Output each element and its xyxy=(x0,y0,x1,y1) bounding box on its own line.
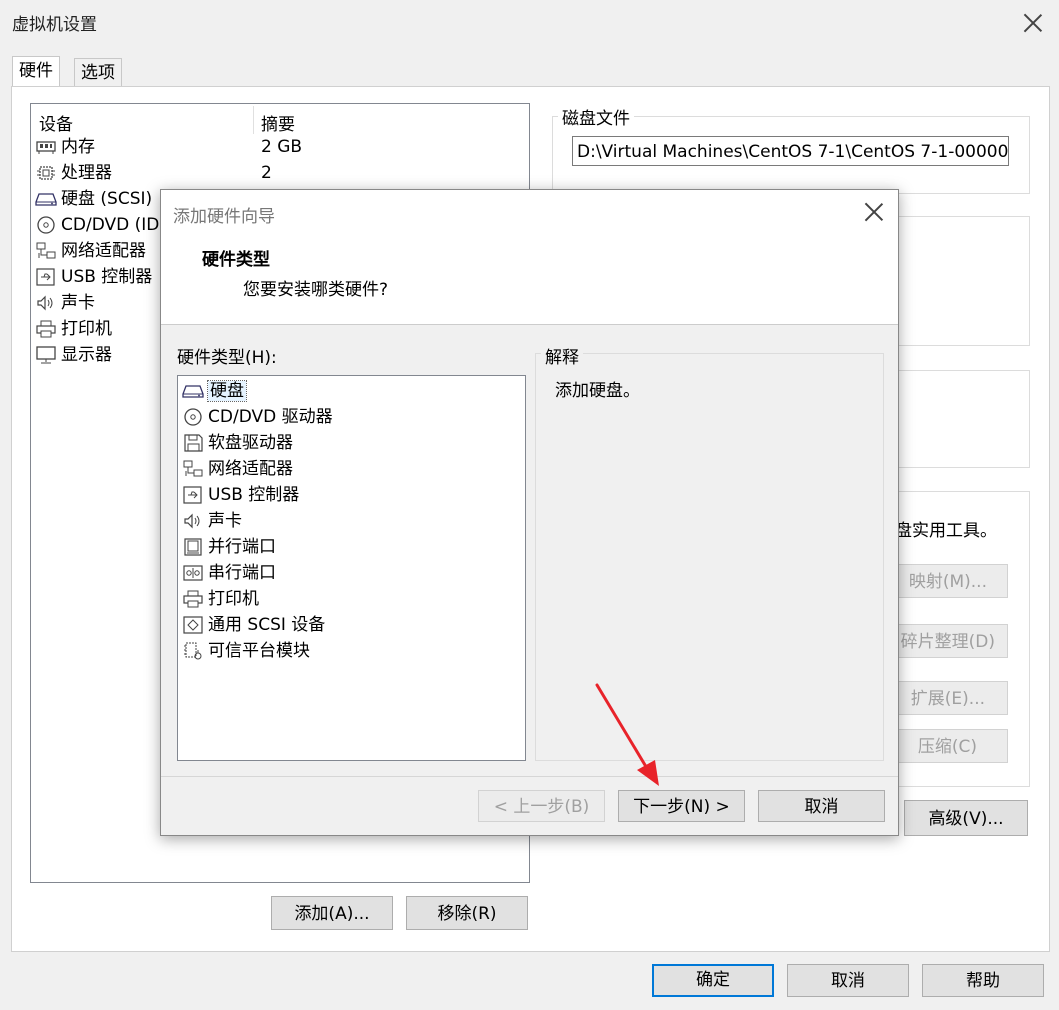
hardware-type-label: USB 控制器 xyxy=(208,485,300,505)
device-row[interactable]: 内存 2 GB xyxy=(35,134,525,160)
hardware-type-rows: 硬盘 CD/DVD 驱动器 软盘驱动器网络适配器 USB 控制器 声卡并行端口串行端口打… xyxy=(182,378,520,664)
window-close-icon[interactable] xyxy=(1020,10,1046,36)
hardware-type-item[interactable]: CD/DVD 驱动器 xyxy=(182,404,520,430)
scsi-device-icon xyxy=(182,615,204,635)
processor-icon xyxy=(35,163,57,183)
device-name: 显示器 xyxy=(61,345,112,365)
memory-icon xyxy=(35,137,57,157)
hardware-type-label: CD/DVD 驱动器 xyxy=(208,407,333,427)
hardware-type-item[interactable]: 声卡 xyxy=(182,508,520,534)
hardware-type-list[interactable]: 硬盘 CD/DVD 驱动器 软盘驱动器网络适配器 USB 控制器 声卡并行端口串行端口打… xyxy=(177,375,526,761)
hardware-type-item[interactable]: 通用 SCSI 设备 xyxy=(182,612,520,638)
hardware-type-item[interactable]: 硬盘 xyxy=(182,378,520,404)
hardware-type-item[interactable]: USB 控制器 xyxy=(182,482,520,508)
hardware-type-label: 可信平台模块 xyxy=(208,641,310,661)
device-name: CD/DVD (ID xyxy=(61,215,160,235)
speaker-icon xyxy=(182,511,204,531)
explanation-text: 添加硬盘。 xyxy=(555,381,640,401)
usb-icon xyxy=(182,485,204,505)
hardware-type-label: 软盘驱动器 xyxy=(208,433,293,453)
wizard-title: 添加硬件向导 xyxy=(173,207,275,227)
wizard-subheading: 您要安装哪类硬件? xyxy=(243,280,389,300)
cancel-button[interactable]: 取消 xyxy=(787,964,909,997)
printer-icon xyxy=(182,589,204,609)
hardware-type-item[interactable]: 打印机 xyxy=(182,586,520,612)
device-name: 处理器 xyxy=(61,163,112,183)
explanation-label: 解释 xyxy=(541,343,583,368)
summary-column-header[interactable]: 摘要 xyxy=(261,110,295,135)
tab-options[interactable]: 选项 xyxy=(74,58,122,87)
device-name: 打印机 xyxy=(61,319,112,339)
speaker-icon xyxy=(35,293,57,313)
window-title: 虚拟机设置 xyxy=(12,15,97,35)
column-divider[interactable] xyxy=(253,106,254,134)
help-button[interactable]: 帮助 xyxy=(922,964,1044,997)
disk-file-path-field[interactable]: D:\Virtual Machines\CentOS 7-1\CentOS 7-… xyxy=(572,136,1009,166)
add-hardware-button[interactable]: 添加(A)... xyxy=(271,896,393,930)
device-row[interactable]: 处理器 2 xyxy=(35,160,525,186)
device-name: 声卡 xyxy=(61,293,95,313)
device-name: 网络适配器 xyxy=(61,241,146,261)
wizard-close-icon[interactable] xyxy=(861,199,887,225)
ok-button[interactable]: 确定 xyxy=(652,964,774,997)
wizard-heading: 硬件类型 xyxy=(202,250,270,270)
hardware-type-label: 打印机 xyxy=(208,589,259,609)
hardware-type-item[interactable]: 软盘驱动器 xyxy=(182,430,520,456)
hard-disk-icon xyxy=(35,189,57,209)
usb-icon xyxy=(35,267,57,287)
cd-dvd-icon xyxy=(35,215,57,235)
tpm-icon xyxy=(182,641,204,661)
advanced-button[interactable]: 高级(V)... xyxy=(904,800,1028,836)
cd-dvd-icon xyxy=(182,407,204,427)
disk-utility-text: 盘实用工具。 xyxy=(895,521,997,541)
serial-port-icon xyxy=(182,563,204,583)
hardware-type-label: 声卡 xyxy=(208,511,242,531)
device-summary: 2 GB xyxy=(261,137,303,157)
hardware-type-item[interactable]: 串行端口 xyxy=(182,560,520,586)
wizard-header: 硬件类型 您要安装哪类硬件? xyxy=(161,234,898,325)
floppy-icon xyxy=(182,433,204,453)
network-adapter-icon xyxy=(35,241,57,261)
wizard-next-button[interactable]: 下一步(N) > xyxy=(618,790,745,822)
monitor-icon xyxy=(35,345,57,365)
device-name: USB 控制器 xyxy=(61,267,153,287)
hardware-type-label: 串行端口 xyxy=(208,563,276,583)
tab-hardware[interactable]: 硬件 xyxy=(12,56,60,88)
hardware-type-item[interactable]: 网络适配器 xyxy=(182,456,520,482)
hardware-type-label: 硬件类型(H): xyxy=(177,348,277,368)
disk-file-label: 磁盘文件 xyxy=(558,104,634,129)
device-name: 内存 xyxy=(61,137,95,157)
hardware-type-label: 并行端口 xyxy=(208,537,276,557)
wizard-cancel-button[interactable]: 取消 xyxy=(758,790,885,822)
device-column-header[interactable]: 设备 xyxy=(39,110,73,135)
remove-hardware-button[interactable]: 移除(R) xyxy=(406,896,528,930)
device-name: 硬盘 (SCSI) xyxy=(61,189,153,209)
wizard-back-button[interactable]: < 上一步(B) xyxy=(478,790,605,822)
wizard-footer-divider xyxy=(161,776,898,777)
explanation-group xyxy=(535,353,884,761)
printer-icon xyxy=(35,319,57,339)
hardware-type-label: 网络适配器 xyxy=(208,459,293,479)
hardware-type-label: 硬盘 xyxy=(207,380,247,402)
wizard-titlebar: 添加硬件向导 xyxy=(161,190,898,234)
hard-disk-icon xyxy=(182,381,204,401)
network-adapter-icon xyxy=(182,459,204,479)
add-hardware-wizard-dialog: 添加硬件向导 硬件类型 您要安装哪类硬件? 硬件类型(H): 硬盘 CD/DVD … xyxy=(160,189,899,836)
hardware-type-label: 通用 SCSI 设备 xyxy=(208,615,326,635)
hardware-type-item[interactable]: 可信平台模块 xyxy=(182,638,520,664)
parallel-port-icon xyxy=(182,537,204,557)
hardware-type-item[interactable]: 并行端口 xyxy=(182,534,520,560)
device-summary: 2 xyxy=(261,163,272,183)
